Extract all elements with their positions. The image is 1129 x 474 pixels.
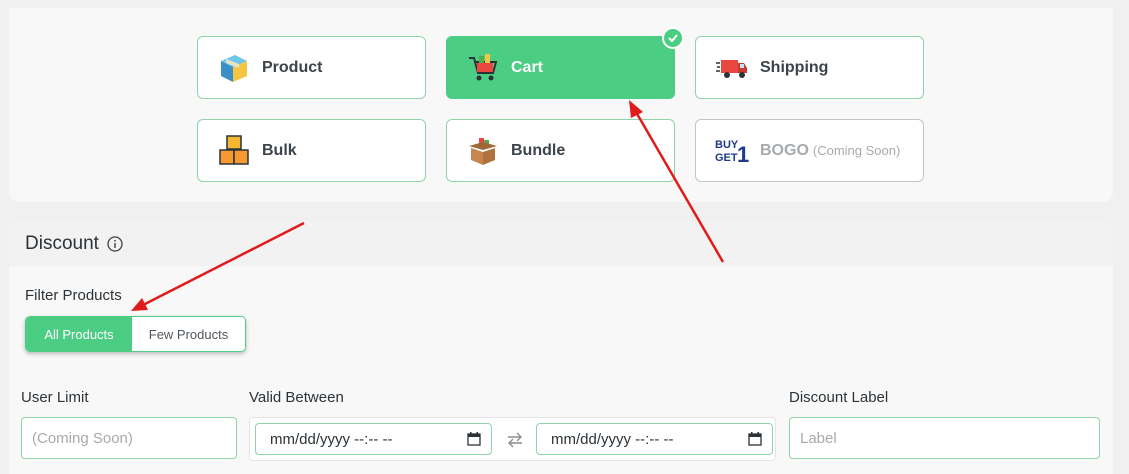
discount-label-label: Discount Label [789,389,889,406]
type-label-product: Product [262,58,323,76]
type-card-bulk[interactable]: Bulk [197,119,426,182]
type-label-shipping: Shipping [760,58,829,76]
type-card-shipping[interactable]: Shipping [695,36,924,99]
panel-top-strip [9,0,1113,8]
start-date-input[interactable]: mm/dd/yyyy --:-- -- [255,423,492,455]
svg-text:BUY: BUY [715,139,739,151]
type-card-cart[interactable]: Cart [446,27,684,99]
user-limit-label: User Limit [21,389,89,406]
discount-label-input[interactable]: Label [789,417,1100,459]
box-icon [216,50,252,86]
type-card-product[interactable]: Product [197,36,426,99]
filter-option-all-products[interactable]: All Products [26,317,132,351]
buy-get-one-icon: BUY GET 1 [714,133,750,169]
type-label-bogo: BOGO (Coming Soon) [760,141,901,159]
type-card-bundle[interactable]: Bundle [446,119,675,182]
discount-label-placeholder: Label [800,429,837,447]
info-icon[interactable] [107,235,123,252]
start-date-value: mm/dd/yyyy --:-- -- [270,430,393,448]
open-box-icon [465,133,501,169]
type-card-bogo[interactable]: BUY GET 1 BOGO (Coming Soon) [695,119,924,182]
type-label-bulk: Bulk [262,141,297,159]
end-date-value: mm/dd/yyyy --:-- -- [551,430,674,448]
svg-text:GET: GET [715,152,738,164]
type-label-cart: Cart [511,58,544,76]
cart-icon [465,50,501,86]
user-limit-placeholder: (Coming Soon) [32,429,133,447]
filter-option-few-products[interactable]: Few Products [132,317,245,351]
discount-title: Discount [25,232,99,254]
calendar-icon[interactable] [467,432,481,446]
truck-icon [714,50,750,86]
valid-between-range: mm/dd/yyyy --:-- -- mm/dd/yyyy --:-- -- [249,417,776,461]
end-date-input[interactable]: mm/dd/yyyy --:-- -- [536,423,773,455]
calendar-icon[interactable] [748,432,762,446]
stacked-boxes-icon [216,133,252,169]
selected-check-icon [662,27,684,49]
valid-between-label: Valid Between [249,389,344,406]
user-limit-input[interactable]: (Coming Soon) [21,417,237,459]
coming-soon-note: (Coming Soon) [812,142,901,158]
discount-header: Discount [9,221,1113,266]
filter-products-label: Filter Products [25,287,122,304]
swap-arrows-icon [505,430,525,450]
svg-text:1: 1 [737,142,749,167]
filter-products-toggle: All Products Few Products [25,316,246,352]
type-label-bundle: Bundle [511,141,566,159]
